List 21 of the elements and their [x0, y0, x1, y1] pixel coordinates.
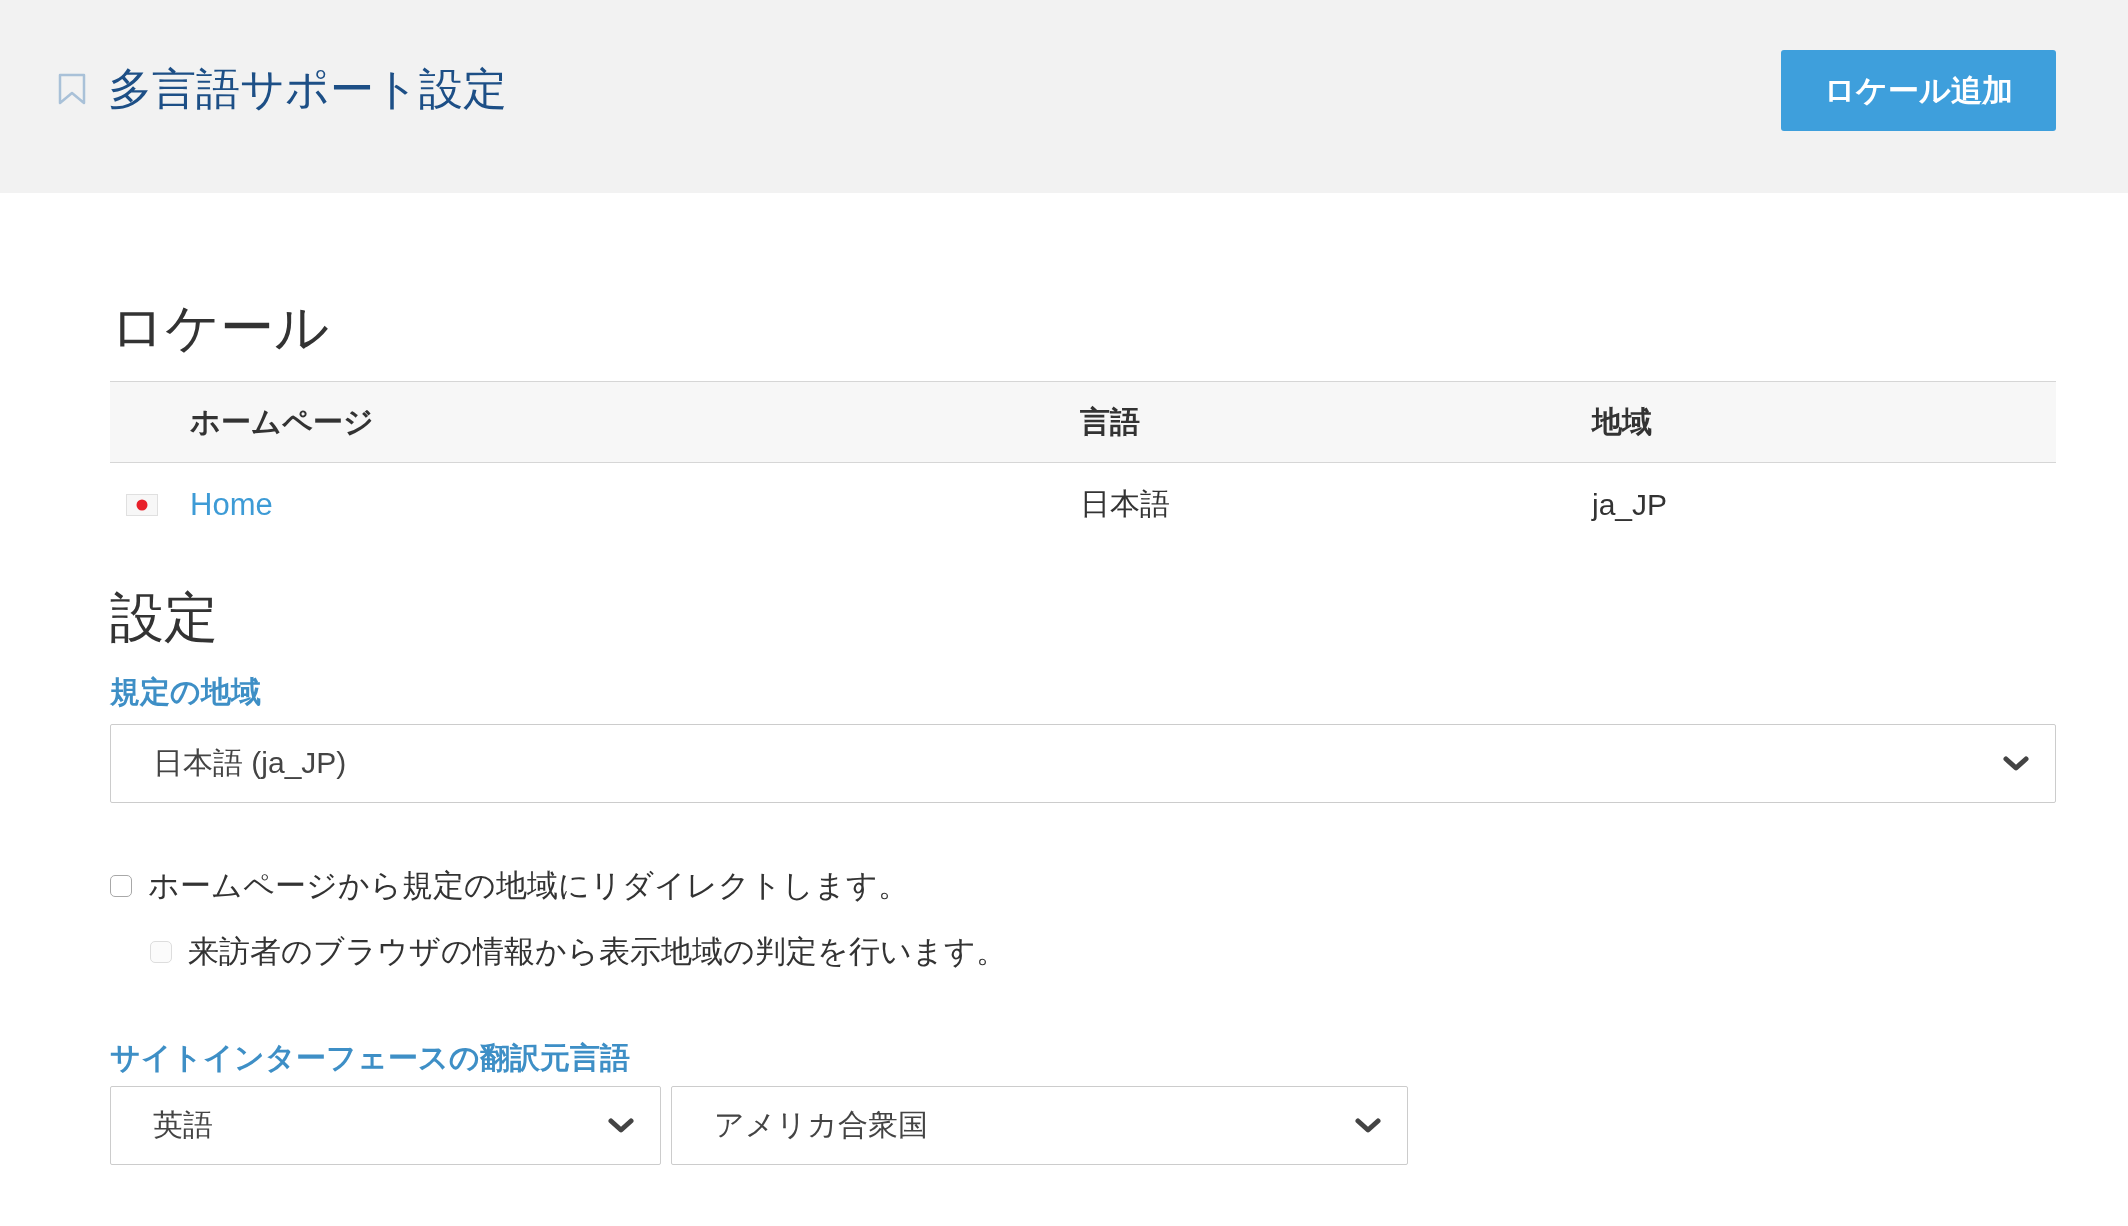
page-title: 多言語サポート設定 — [108, 63, 507, 116]
select-field[interactable]: 英語 — [110, 1086, 661, 1165]
chevron-down-icon — [2003, 755, 2029, 772]
checkbox[interactable] — [110, 875, 132, 897]
table-cell: ja_JP — [1592, 487, 1668, 522]
checkbox-label: 来訪者のブラウザの情報から表示地域の判定を行います。 — [188, 933, 1007, 971]
column-header: 言語 — [1080, 403, 1140, 440]
section-heading: ロケール — [110, 296, 329, 359]
field-label: サイトインターフェースの翻訳元言語 — [110, 1040, 630, 1076]
checkbox-label: ホームページから規定の地域にリダイレクトします。 — [148, 867, 909, 905]
bookmark-icon — [58, 73, 86, 106]
chevron-down-icon — [608, 1117, 634, 1134]
section-heading: 設定 — [110, 586, 218, 649]
select-field[interactable]: アメリカ合衆国 — [671, 1086, 1408, 1165]
column-header: 地域 — [1592, 403, 1652, 440]
field-label: 規定の地域 — [110, 674, 261, 710]
column-header: ホームページ — [190, 403, 374, 440]
select-field[interactable]: 日本語 (ja_JP) — [110, 724, 2056, 803]
table-cell-text: 日本語 — [1080, 486, 1170, 522]
chevron-down-icon — [1355, 1117, 1381, 1134]
flag-icon — [126, 493, 158, 516]
